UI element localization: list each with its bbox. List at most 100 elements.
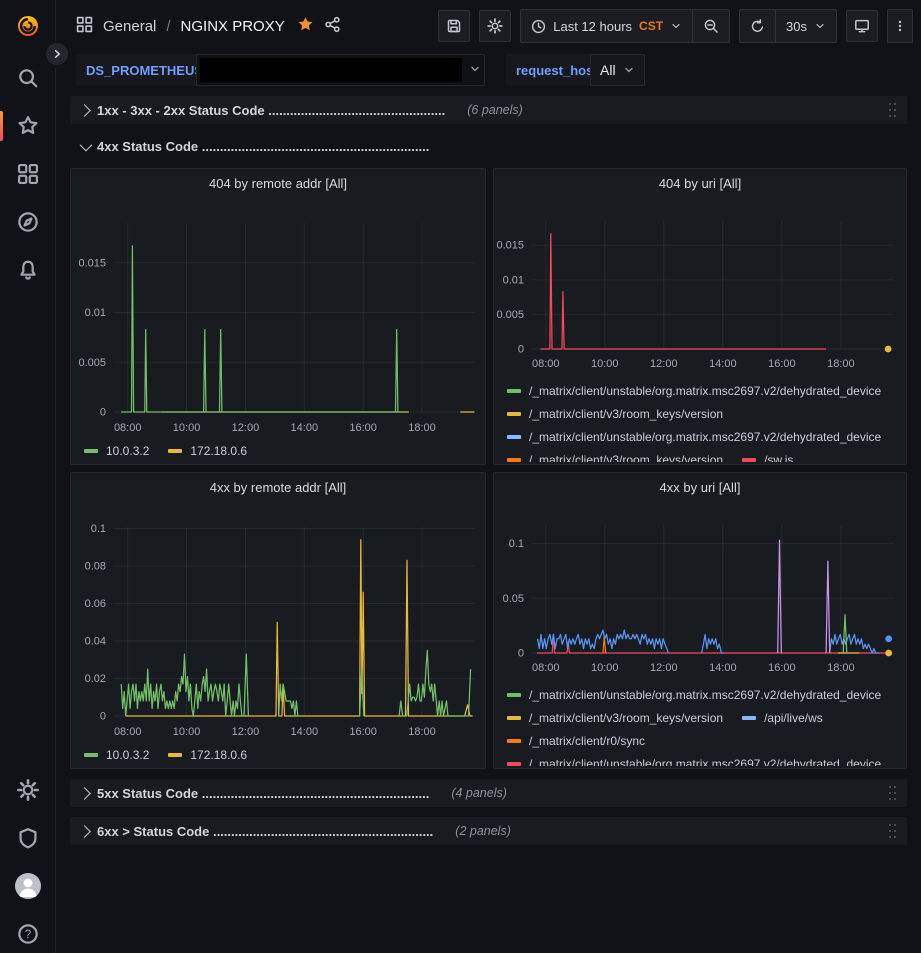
sidebar-expand-button[interactable] [44,41,70,67]
row-title: 1xx - 3xx - 2xx Status Code ............… [97,103,445,118]
legend-swatch-icon [507,435,521,439]
user-avatar[interactable] [15,873,41,899]
configuration-gear-icon[interactable] [17,779,39,801]
nav-sidebar: ? [0,0,56,953]
refresh-button[interactable] [740,10,775,42]
breadcrumb: General / NGINX PROXY [56,16,341,37]
help-question-icon[interactable]: ? [17,923,39,945]
variable-ds-prometheus-label[interactable]: DS_PROMETHEUS [76,54,213,86]
panel-4: 4xx by uri [All]00.050.108:0010:0012:001… [493,472,907,769]
legend-item[interactable]: /_matrix/client/r0/sync [507,729,645,752]
svg-text:12:00: 12:00 [232,422,260,434]
legend-item[interactable]: /_matrix/client/unstable/org.matrix.msc2… [507,425,881,448]
dashboard-row-header-1[interactable]: 1xx - 3xx - 2xx Status Code ............… [70,96,907,124]
row-title: 5xx Status Code ........................… [97,786,429,801]
series-line [830,634,880,653]
dashboard-variables-row: DS_PROMETHEUS request_host All [56,52,921,90]
grafana-logo-icon[interactable] [14,12,42,40]
redacted-value [200,58,462,82]
chevron-down-icon [814,20,826,32]
svg-text:0.05: 0.05 [503,593,524,605]
row-drag-handle[interactable] [889,109,891,111]
zoom-out-button[interactable] [692,10,729,42]
kebab-menu-button[interactable] [887,9,913,43]
series-end-point [885,635,892,642]
legend-swatch-icon [742,716,756,720]
dashboards-apps-icon[interactable] [17,163,39,185]
svg-text:08:00: 08:00 [114,726,142,738]
variable-request-host-dropdown[interactable]: All [590,54,645,86]
server-admin-shield-icon[interactable] [17,827,39,849]
legend-swatch-icon [507,739,521,743]
svg-text:14:00: 14:00 [291,422,319,434]
refresh-interval-picker[interactable]: 30s [775,10,836,42]
chart-svg[interactable]: 00.020.040.060.080.108:0010:0012:0014:00… [71,473,485,768]
series-line [540,234,826,350]
svg-text:16:00: 16:00 [768,662,796,674]
tv-mode-button[interactable] [846,10,878,42]
panel-legend: 10.0.3.2 172.18.0.6 [84,743,481,766]
legend-label: 172.18.0.6 [190,444,247,458]
legend-label: /sw.js [764,453,793,463]
breadcrumb-section[interactable]: General [103,18,156,35]
favorite-star-icon[interactable] [297,16,314,37]
breadcrumb-grid-icon[interactable] [76,16,93,37]
starred-dashboards-icon[interactable] [17,115,39,137]
legend-item[interactable]: 10.0.3.2 [84,743,149,766]
row-title: 4xx Status Code ........................… [97,139,429,154]
legend-item[interactable]: 172.18.0.6 [168,743,247,766]
legend-item[interactable]: /_matrix/client/v3/room_keys/version [507,402,723,425]
row-panel-count: (6 panels) [467,103,523,117]
chevron-down-icon [623,64,635,76]
breadcrumb-dashboard-title[interactable]: NGINX PROXY [181,18,285,35]
time-range-picker[interactable]: Last 12 hours CST [521,10,692,42]
legend-swatch-icon [507,458,521,462]
share-icon[interactable] [324,16,341,37]
legend-item[interactable]: /_matrix/client/unstable/org.matrix.msc2… [507,683,881,706]
search-icon[interactable] [17,67,39,89]
legend-swatch-icon [507,693,521,697]
panel-legend: /_matrix/client/unstable/org.matrix.msc2… [507,379,902,462]
svg-text:18:00: 18:00 [827,662,855,674]
dashboard-settings-button[interactable] [479,10,511,42]
legend-swatch-icon [507,762,521,766]
legend-item[interactable]: /_matrix/client/v3/room_keys/version [507,448,723,462]
save-dashboard-button[interactable] [438,10,470,42]
row-drag-handle[interactable] [889,792,891,794]
svg-text:12:00: 12:00 [650,662,678,674]
chart-svg[interactable]: 00.0050.010.01508:0010:0012:0014:0016:00… [71,169,485,464]
svg-text:08:00: 08:00 [114,422,142,434]
legend-swatch-icon [507,412,521,416]
series-line [826,561,830,653]
svg-text:0.04: 0.04 [85,636,106,648]
svg-text:0.01: 0.01 [85,307,106,319]
legend-swatch-icon [507,716,521,720]
legend-item[interactable]: /api/live/ws [742,706,823,729]
legend-item[interactable]: 10.0.3.2 [84,439,149,462]
variable-ds-prometheus-dropdown[interactable] [196,54,485,86]
row-drag-handle[interactable] [889,830,891,832]
svg-text:0: 0 [518,344,524,356]
legend-label: /_matrix/client/v3/room_keys/version [529,453,723,463]
explore-compass-icon[interactable] [17,211,39,233]
legend-item[interactable]: /_matrix/client/v3/room_keys/version [507,706,723,729]
timezone-label: CST [639,19,663,33]
dashboard-row-header-2[interactable]: 4xx Status Code ........................… [70,132,907,160]
legend-item[interactable]: /sw.js [742,448,793,462]
legend-label: /_matrix/client/r0/sync [529,734,645,748]
dashboard-row-header-3[interactable]: 5xx Status Code ........................… [70,779,907,807]
svg-text:0.015: 0.015 [496,240,524,252]
alerting-bell-icon[interactable] [17,259,39,281]
legend-item[interactable]: /_matrix/client/unstable/org.matrix.msc2… [507,752,881,766]
svg-text:10:00: 10:00 [591,662,619,674]
svg-text:0.1: 0.1 [509,538,524,550]
row-chevron-right-icon [78,825,91,838]
legend-item[interactable]: /_matrix/client/unstable/org.matrix.msc2… [507,379,881,402]
svg-text:0.005: 0.005 [496,309,524,321]
legend-item[interactable]: 172.18.0.6 [168,439,247,462]
refresh-group: 30s [739,9,837,43]
row-chevron-right-icon [78,787,91,800]
request-host-value: All [600,62,616,78]
dashboard-row-header-4[interactable]: 6xx > Status Code ......................… [70,817,907,845]
svg-text:0.08: 0.08 [85,561,106,573]
